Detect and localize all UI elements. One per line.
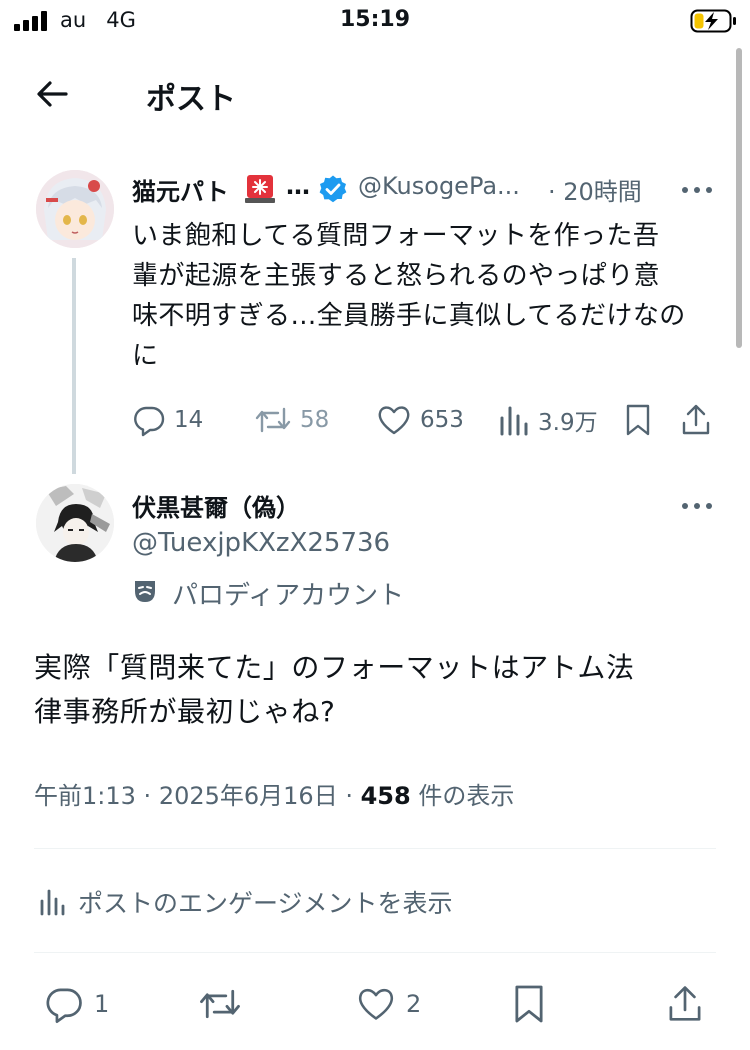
police-siren-icon bbox=[244, 172, 276, 204]
more-icon bbox=[682, 187, 712, 193]
thread-line bbox=[72, 258, 76, 474]
bookmark-icon bbox=[515, 985, 543, 1023]
share-button[interactable] bbox=[680, 400, 712, 440]
post-time[interactable]: · 20時間 bbox=[548, 172, 642, 207]
avatar[interactable] bbox=[36, 484, 114, 562]
like-button[interactable]: 653 bbox=[376, 400, 464, 440]
bookmark-icon bbox=[626, 404, 650, 436]
post-metadata: 午前1:13 · 2025年6月16日 · 458 件の表示 bbox=[34, 782, 515, 810]
view-count: 3.9万 bbox=[538, 410, 598, 436]
reply-icon bbox=[134, 406, 165, 437]
avatar[interactable] bbox=[36, 170, 114, 248]
battery-charging-icon bbox=[690, 8, 738, 34]
divider bbox=[34, 952, 716, 953]
view-engagement-link[interactable]: ポストのエンゲージメントを表示 bbox=[38, 884, 453, 920]
like-button[interactable]: 2 bbox=[356, 982, 421, 1026]
like-count: 653 bbox=[420, 407, 464, 433]
repost-count: 58 bbox=[300, 407, 330, 433]
repost-button[interactable]: 58 bbox=[254, 400, 329, 440]
view-count: 458 bbox=[360, 782, 411, 810]
more-icon bbox=[682, 503, 712, 509]
bookmark-button[interactable] bbox=[624, 400, 652, 440]
heart-icon bbox=[378, 406, 410, 435]
divider bbox=[34, 848, 716, 849]
heart-icon bbox=[358, 988, 394, 1020]
more-options-button[interactable] bbox=[680, 496, 714, 516]
status-bar: au 4G 15:19 bbox=[0, 0, 750, 44]
parody-account-label[interactable]: パロディアカウント bbox=[172, 575, 404, 612]
parody-mask-icon bbox=[132, 578, 158, 604]
view-suffix: 件の表示 bbox=[418, 782, 515, 810]
author-handle[interactable]: @TuexjpKXzX25736 bbox=[132, 528, 390, 558]
views-button[interactable]: 3.9万 bbox=[498, 400, 598, 440]
arrow-left-icon bbox=[37, 81, 68, 107]
bookmark-button[interactable] bbox=[512, 982, 546, 1026]
share-icon bbox=[682, 404, 710, 435]
post-text: 実際「質問来てた」のフォーマットはアトム法 律事務所が最初じゃね? bbox=[34, 651, 635, 728]
repost-button[interactable] bbox=[198, 982, 242, 1026]
scrollbar[interactable] bbox=[736, 48, 742, 348]
analytics-icon bbox=[500, 406, 528, 436]
reply-button[interactable]: 1 bbox=[44, 982, 109, 1026]
page-title: ポスト bbox=[146, 82, 236, 117]
share-button[interactable] bbox=[666, 982, 704, 1026]
clock: 15:19 bbox=[339, 7, 411, 32]
verified-badge-icon bbox=[318, 174, 348, 204]
repost-icon bbox=[200, 989, 240, 1019]
engagement-label: ポストのエンゲージメントを表示 bbox=[78, 889, 453, 918]
reply-count: 14 bbox=[174, 407, 204, 433]
post-text: いま飽和してる質問フォーマットを作った吾 輩が起源を主張すると怒られるのやっぱり… bbox=[132, 221, 686, 371]
back-button[interactable] bbox=[34, 78, 74, 110]
more-options-button[interactable] bbox=[680, 180, 714, 200]
reply-icon bbox=[46, 988, 82, 1023]
author-name[interactable]: 猫元パト bbox=[132, 172, 229, 207]
share-icon bbox=[669, 986, 701, 1021]
reply-button[interactable]: 14 bbox=[132, 400, 203, 440]
reply-count: 1 bbox=[94, 990, 110, 1018]
post-date[interactable]: 2025年6月16日 bbox=[159, 782, 338, 810]
author-handle[interactable]: @KusogePa... bbox=[358, 172, 520, 200]
author-name[interactable]: 伏黒甚爾（偽） bbox=[132, 488, 300, 523]
name-truncation: … bbox=[286, 172, 310, 200]
like-count: 2 bbox=[406, 990, 422, 1018]
repost-icon bbox=[255, 407, 291, 433]
analytics-icon bbox=[40, 889, 65, 916]
post-time[interactable]: 午前1:13 bbox=[34, 782, 136, 810]
